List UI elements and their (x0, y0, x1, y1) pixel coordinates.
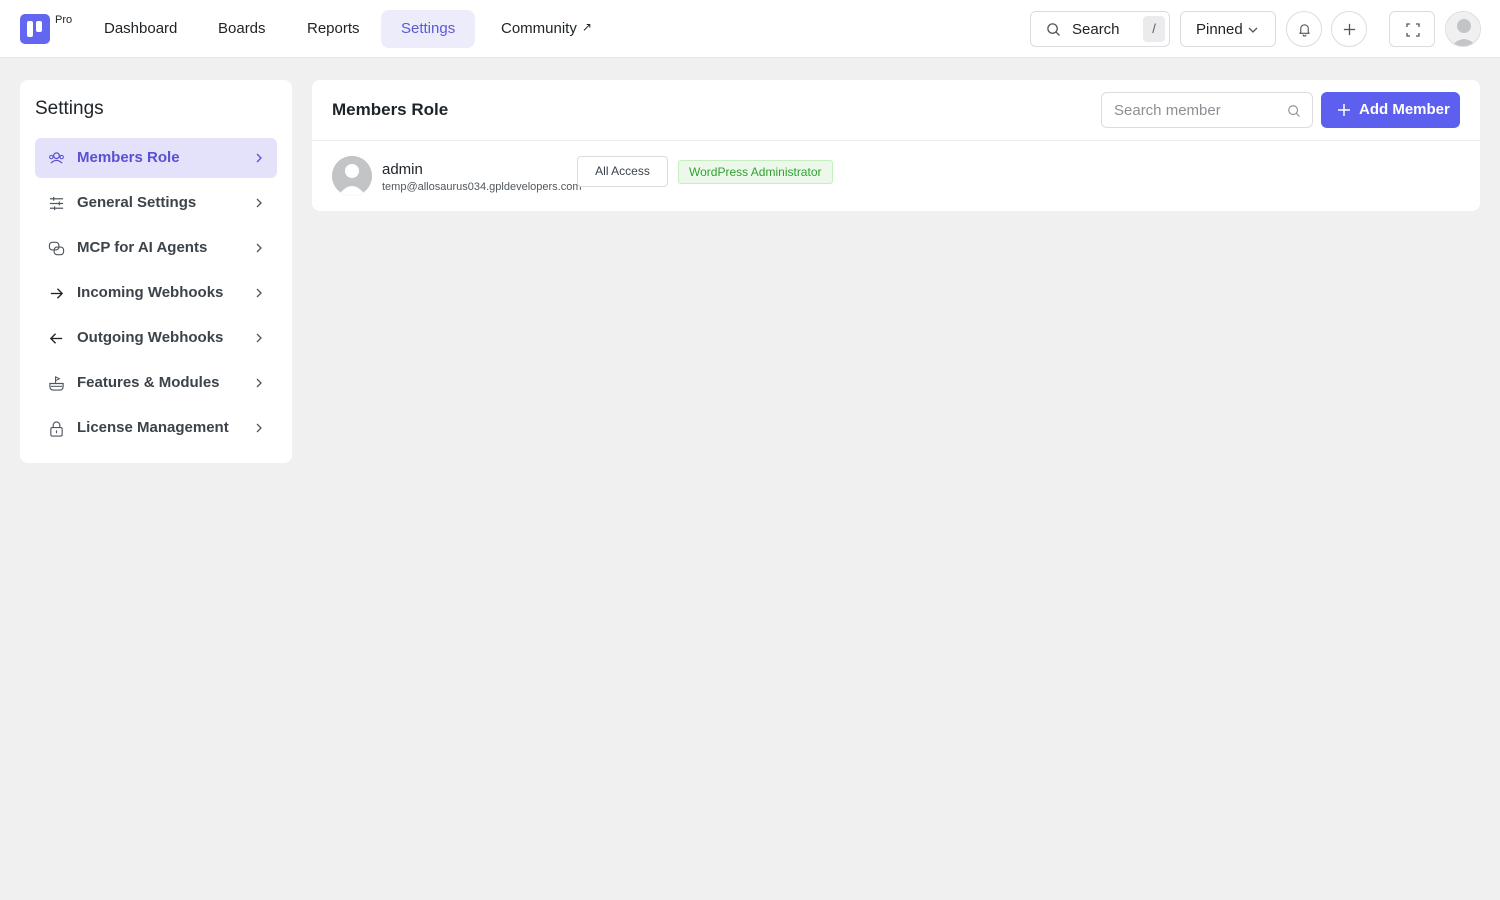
avatar-placeholder-icon (1446, 12, 1480, 46)
search-icon (1288, 105, 1300, 117)
add-member-label: Add Member (1359, 101, 1450, 118)
bell-icon (1299, 24, 1310, 37)
members-role-panel: Members Role Search member Add Member ad… (312, 80, 1480, 211)
sidebar-item-label: Features & Modules (77, 374, 220, 391)
arrow-left-icon (49, 333, 63, 344)
chevron-right-icon (256, 378, 262, 388)
sidebar-item-general-settings[interactable]: General Settings (35, 183, 277, 223)
nav-dashboard[interactable]: Dashboard (84, 10, 197, 48)
search-member-placeholder: Search member (1114, 102, 1221, 119)
sidebar-item-label: License Management (77, 419, 229, 436)
users-icon (49, 152, 64, 164)
lock-icon (50, 421, 63, 437)
avatar-placeholder-icon (332, 156, 372, 196)
arrow-right-icon (50, 288, 64, 299)
panel-header: Members Role Search member Add Member (312, 80, 1480, 141)
mcp-icon (48, 241, 65, 256)
page-title: Members Role (332, 100, 449, 119)
search-icon (1047, 23, 1060, 36)
sidebar-item-label: Incoming Webhooks (77, 284, 224, 301)
sidebar-title: Settings (35, 98, 104, 119)
pinned-label: Pinned (1196, 21, 1243, 38)
chevron-right-icon (256, 423, 262, 433)
sidebar-item-license-management[interactable]: License Management (35, 408, 277, 448)
settings-sidebar: Settings Members Role General Settings M… (20, 80, 292, 463)
role-badge: WordPress Administrator (678, 160, 833, 184)
nav-dashboard-label: Dashboard (104, 20, 178, 37)
search-member-input[interactable]: Search member (1101, 92, 1313, 128)
sidebar-item-mcp[interactable]: MCP for AI Agents (35, 228, 277, 268)
user-avatar[interactable] (1445, 11, 1481, 47)
fullscreen-button[interactable] (1389, 11, 1435, 47)
search-label: Search (1072, 21, 1120, 38)
external-link-icon: ↗ (581, 20, 592, 34)
modules-icon (49, 376, 64, 391)
member-email: temp@allosaurus034.gpldevelopers.com (382, 181, 582, 193)
sidebar-item-label: General Settings (77, 194, 197, 211)
sliders-icon (49, 196, 64, 211)
top-bar: Pro Dashboard Boards Reports Settings Co… (0, 0, 1500, 58)
chevron-right-icon (256, 333, 262, 343)
plus-icon (1343, 23, 1356, 36)
add-member-button[interactable]: Add Member (1321, 92, 1460, 128)
quick-add-button[interactable] (1331, 11, 1367, 47)
member-row[interactable]: admin temp@allosaurus034.gpldevelopers.c… (312, 141, 1480, 211)
nav-community[interactable]: Community ↗ (481, 10, 612, 48)
sidebar-item-label: MCP for AI Agents (77, 239, 208, 256)
search-shortcut: / (1143, 16, 1165, 42)
global-search[interactable]: Search / (1030, 11, 1170, 47)
chevron-down-icon (1248, 27, 1258, 33)
chevron-right-icon (256, 288, 262, 298)
fullscreen-icon (1406, 23, 1420, 37)
nav-boards[interactable]: Boards (198, 10, 286, 48)
sidebar-item-incoming-webhooks[interactable]: Incoming Webhooks (35, 273, 277, 313)
nav-settings-label: Settings (401, 20, 456, 37)
sidebar-item-label: Outgoing Webhooks (77, 329, 224, 346)
nav-reports[interactable]: Reports (287, 10, 380, 48)
pro-label: Pro (55, 14, 73, 26)
nav-settings[interactable]: Settings (381, 10, 476, 48)
app-logo[interactable] (20, 14, 50, 44)
chevron-right-icon (256, 153, 262, 163)
pinned-dropdown[interactable]: Pinned (1180, 11, 1276, 47)
member-avatar (332, 156, 372, 196)
member-name: admin (382, 161, 423, 178)
chevron-right-icon (256, 243, 262, 253)
nav-boards-label: Boards (218, 20, 266, 37)
sidebar-item-outgoing-webhooks[interactable]: Outgoing Webhooks (35, 318, 277, 358)
nav-community-label: Community (501, 20, 577, 37)
notifications-button[interactable] (1286, 11, 1322, 47)
chevron-right-icon (256, 198, 262, 208)
sidebar-item-features-modules[interactable]: Features & Modules (35, 363, 277, 403)
nav-reports-label: Reports (307, 20, 360, 37)
plus-icon (1338, 104, 1350, 116)
sidebar-item-members-role[interactable]: Members Role (35, 138, 277, 178)
access-level-badge[interactable]: All Access (577, 156, 668, 187)
sidebar-item-label: Members Role (77, 149, 180, 166)
